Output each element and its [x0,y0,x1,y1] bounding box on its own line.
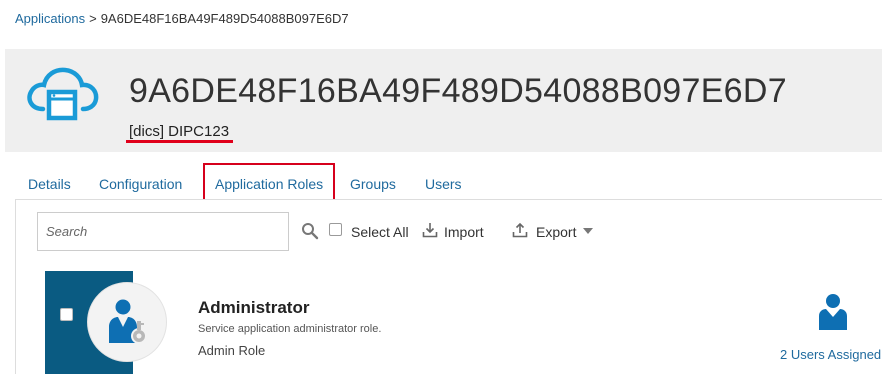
tab-groups[interactable]: Groups [350,176,396,192]
export-button[interactable]: Export [536,224,576,240]
cloud-window-icon [27,67,99,121]
role-name[interactable]: Administrator [198,298,309,318]
page-title: 9A6DE48F16BA49F489D54088B097E6D7 [129,72,787,110]
tab-users[interactable]: Users [425,176,462,192]
breadcrumb-current: 9A6DE48F16BA49F489D54088B097E6D7 [100,11,349,26]
tab-configuration[interactable]: Configuration [99,176,182,192]
role-description: Service application administrator role. [198,323,382,335]
app-display-name: [dics] DIPC123 [129,123,230,140]
import-icon[interactable] [422,222,438,238]
admin-role-icon [109,299,147,344]
search-input[interactable] [37,212,289,251]
application-header: 9A6DE48F16BA49F489D54088B097E6D7 [dics] … [5,49,882,152]
search-icon[interactable] [301,222,319,240]
role-select-checkbox[interactable] [60,308,73,321]
tab-application-roles[interactable]: Application Roles [203,163,336,203]
highlight-underline [126,140,233,143]
role-type: Admin Role [198,343,266,358]
chevron-down-icon[interactable] [582,226,594,236]
breadcrumb-applications-link[interactable]: Applications [15,11,85,26]
select-all-label[interactable]: Select All [351,224,409,240]
import-button[interactable]: Import [444,224,484,240]
avatar [87,282,167,362]
role-card-administrator[interactable]: Administrator Service application admini… [45,271,882,374]
breadcrumb-separator: > [89,11,97,26]
users-assigned-link[interactable]: 2 Users Assigned [780,347,881,362]
tab-details[interactable]: Details [28,176,71,192]
breadcrumb: Applications >9A6DE48F16BA49F489D54088B09… [15,11,349,26]
export-icon[interactable] [512,222,528,238]
users-assigned-icon[interactable] [818,293,848,331]
select-all-checkbox[interactable] [329,223,342,236]
